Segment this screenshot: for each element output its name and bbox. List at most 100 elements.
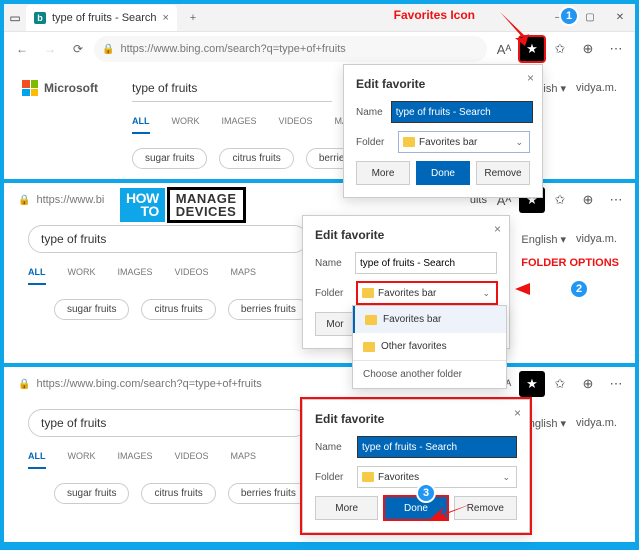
tab-all[interactable]: ALL	[132, 116, 150, 134]
tab-videos[interactable]: VIDEOS	[175, 267, 209, 285]
url-field[interactable]: 🔒 https://www.bing.com/search?q=type+of+…	[94, 36, 487, 62]
remove-button[interactable]: Remove	[476, 161, 530, 185]
more-button[interactable]: Mor	[315, 312, 355, 336]
chevron-down-icon: ⌄	[502, 472, 510, 483]
new-tab-button[interactable]: +	[183, 12, 203, 24]
chip-citrus[interactable]: citrus fruits	[219, 148, 293, 169]
chip-sugar[interactable]: sugar fruits	[54, 299, 129, 320]
folder-label: Folder	[315, 472, 349, 483]
annotation-arrow-1	[495, 10, 535, 46]
annotation-step-1: 1	[559, 6, 579, 26]
microsoft-logo[interactable]: Microsoft	[22, 80, 98, 96]
back-icon[interactable]: ←	[10, 37, 34, 61]
user-name[interactable]: vidya.m.	[576, 233, 617, 245]
name-input[interactable]	[391, 101, 533, 123]
favorites-hub-icon[interactable]: ✩	[547, 36, 573, 62]
annotation-arrow-3	[430, 499, 474, 523]
tab-maps[interactable]: MAPS	[231, 267, 257, 285]
header-right: English ▾ vidya.m.	[521, 233, 617, 246]
folder-select[interactable]: Favorites bar ⌄	[357, 282, 497, 304]
language-dropdown[interactable]: English ▾	[521, 233, 566, 246]
menu-icon[interactable]: ⋯	[603, 371, 629, 397]
tab-videos[interactable]: VIDEOS	[279, 116, 313, 134]
url-text: https://www.bi	[36, 194, 104, 206]
popup-close-icon[interactable]: ×	[514, 406, 521, 420]
tab-work[interactable]: WORK	[68, 267, 96, 285]
chip-sugar[interactable]: sugar fruits	[54, 483, 129, 504]
tab-all[interactable]: ALL	[28, 267, 46, 285]
popup-close-icon[interactable]: ×	[494, 222, 501, 236]
folder-select[interactable]: Favorites bar ⌄	[398, 131, 530, 153]
search-input[interactable]: type of fruits	[28, 225, 308, 253]
collections-icon[interactable]: ⊕	[575, 36, 601, 62]
popup-title: Edit favorite	[315, 412, 517, 426]
collections-icon[interactable]: ⊕	[575, 187, 601, 213]
refresh-icon[interactable]: ⟳	[66, 37, 90, 61]
search-input[interactable]: type of fruits	[28, 409, 308, 437]
panel-step-1: ▭ b type of fruits - Search × + — ▢ ✕ ← …	[4, 4, 635, 179]
tab-all[interactable]: ALL	[28, 451, 46, 469]
chip-berries[interactable]: berries fruits	[228, 299, 309, 320]
more-button[interactable]: More	[315, 496, 378, 520]
chevron-down-icon: ⌄	[515, 137, 523, 148]
tab-close-icon[interactable]: ×	[163, 12, 169, 24]
edit-favorite-popup: × Edit favorite Name Folder Favorites ⌄ …	[302, 399, 530, 533]
forward-icon[interactable]: →	[38, 37, 62, 61]
more-button[interactable]: More	[356, 161, 410, 185]
tab-title: type of fruits - Search	[52, 12, 157, 24]
folder-icon	[362, 472, 374, 482]
panel-step-2: 🔒 https://www.bi uits Aᴬ ★ ✩ ⊕ ⋯ type of…	[4, 183, 635, 363]
annotation-favorites-label: Favorites Icon	[394, 8, 475, 22]
chevron-down-icon: ⌄	[482, 288, 490, 299]
chip-berries[interactable]: berries fruits	[228, 483, 309, 504]
user-name[interactable]: vidya.m.	[576, 417, 617, 429]
dropdown-option-favorites-bar[interactable]: Favorites bar	[353, 306, 506, 333]
chip-citrus[interactable]: citrus fruits	[141, 483, 215, 504]
popup-title: Edit favorite	[356, 77, 530, 91]
popup-title: Edit favorite	[315, 228, 497, 242]
titlebar: ▭ b type of fruits - Search × + — ▢ ✕	[4, 4, 635, 32]
favorites-icon[interactable]: ★	[519, 371, 545, 397]
close-window-button[interactable]: ✕	[605, 4, 635, 32]
tab-videos[interactable]: VIDEOS	[175, 451, 209, 469]
popup-close-icon[interactable]: ×	[527, 71, 534, 85]
favorites-hub-icon[interactable]: ✩	[547, 187, 573, 213]
toolbar-right: Aᴬ ★ ✩ ⊕ ⋯	[491, 371, 629, 397]
folder-icon	[365, 315, 377, 325]
dropdown-option-other-favorites[interactable]: Other favorites	[353, 333, 506, 360]
name-input[interactable]	[355, 252, 497, 274]
user-name[interactable]: vidya.m.	[576, 82, 617, 94]
maximize-button[interactable]: ▢	[575, 4, 605, 32]
address-bar: 🔒 https://www.bing.com/search?q=type+of+…	[4, 367, 635, 401]
annotation-folder-label: FOLDER OPTIONS	[521, 257, 619, 269]
menu-icon[interactable]: ⋯	[603, 36, 629, 62]
tab-actions-icon[interactable]: ▭	[4, 11, 26, 25]
tab-maps[interactable]: MAPS	[231, 451, 257, 469]
chip-citrus[interactable]: citrus fruits	[141, 299, 215, 320]
lock-icon: 🔒	[18, 379, 30, 390]
tab-work[interactable]: WORK	[68, 451, 96, 469]
chip-sugar[interactable]: sugar fruits	[132, 148, 207, 169]
search-input[interactable]: type of fruits	[132, 74, 332, 102]
name-label: Name	[356, 107, 383, 118]
tab-images[interactable]: IMAGES	[222, 116, 257, 134]
folder-select[interactable]: Favorites ⌄	[357, 466, 517, 488]
menu-icon[interactable]: ⋯	[603, 187, 629, 213]
tab-images[interactable]: IMAGES	[118, 451, 153, 469]
browser-tab[interactable]: b type of fruits - Search ×	[26, 5, 177, 31]
tab-images[interactable]: IMAGES	[118, 267, 153, 285]
folder-dropdown: Favorites bar Other favorites Choose ano…	[352, 305, 507, 389]
tab-work[interactable]: WORK	[172, 116, 200, 134]
name-input[interactable]	[357, 436, 517, 458]
dropdown-choose-another[interactable]: Choose another folder	[353, 360, 506, 388]
favorites-hub-icon[interactable]: ✩	[547, 371, 573, 397]
collections-icon[interactable]: ⊕	[575, 371, 601, 397]
folder-icon	[403, 137, 415, 147]
name-label: Name	[315, 442, 349, 453]
watermark-logo: HOWTO MANAGEDEVICES	[120, 187, 246, 223]
done-button[interactable]: Done	[416, 161, 470, 185]
folder-label: Folder	[356, 137, 390, 148]
address-bar: ← → ⟳ 🔒 https://www.bing.com/search?q=ty…	[4, 32, 635, 66]
name-label: Name	[315, 258, 347, 269]
panel-step-3: 🔒 https://www.bing.com/search?q=type+of+…	[4, 367, 635, 542]
